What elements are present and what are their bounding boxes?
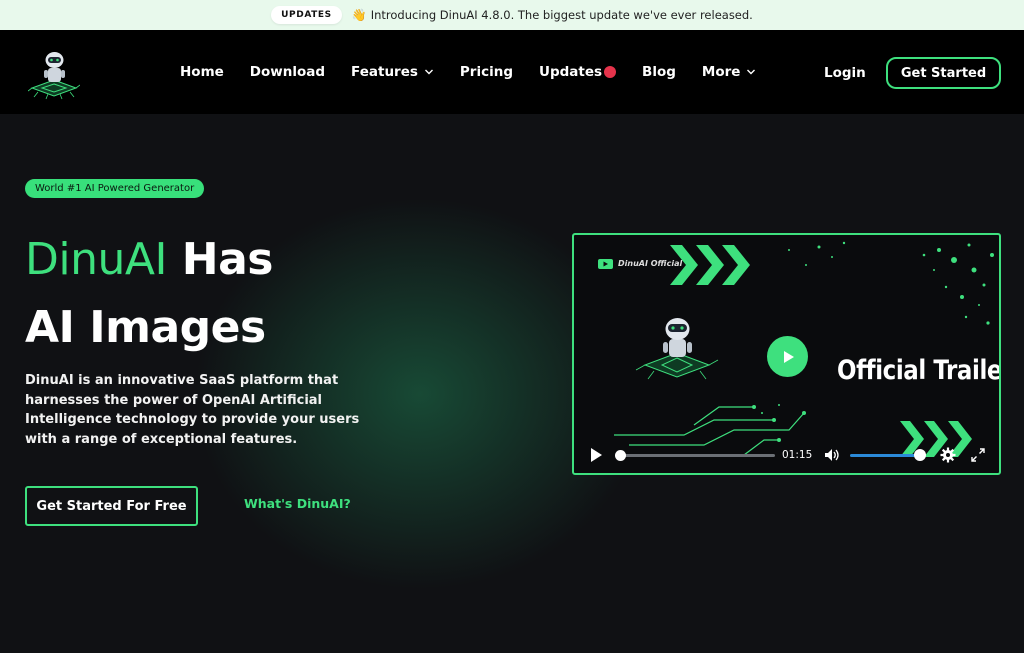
login-link[interactable]: Login (824, 65, 866, 81)
chevron-down-icon (424, 69, 433, 75)
announcement-text: Introducing DinuAI 4.8.0. The biggest up… (370, 8, 753, 22)
nav-links: Home Download Features Pricing Updates B… (180, 30, 782, 114)
main-navbar: Home Download Features Pricing Updates B… (0, 30, 1024, 114)
dinuai-logo[interactable] (27, 44, 81, 100)
nav-updates[interactable]: Updates (539, 64, 617, 80)
nav-download[interactable]: Download (250, 64, 325, 80)
channel-label: DinuAI Official (618, 259, 683, 268)
nav-more-label: More (701, 64, 741, 80)
play-icon (783, 350, 794, 363)
volume-track[interactable] (850, 454, 920, 457)
nav-pricing-label: Pricing (459, 64, 513, 80)
robot-logo-icon (27, 52, 81, 100)
get-started-button[interactable]: Get Started (886, 57, 1001, 89)
chevron-down-icon (747, 69, 756, 75)
nav-blog-label: Blog (642, 64, 676, 80)
announcement-message[interactable]: 👋 Introducing DinuAI 4.8.0. The biggest … (352, 8, 753, 22)
waving-hand-icon: 👋 (351, 8, 367, 22)
hero-title-rest: Has (166, 234, 274, 285)
updates-badge: UPDATES (271, 6, 342, 24)
nav-home-label: Home (180, 64, 224, 80)
video-controls: 01:15 (574, 441, 999, 469)
nav-updates-label: Updates (539, 64, 603, 80)
nav-features[interactable]: Features (351, 64, 434, 80)
hero-title-brand: DinuAI (25, 234, 167, 285)
progress-handle[interactable] (615, 450, 626, 461)
notification-dot (604, 66, 617, 78)
nav-more[interactable]: More (702, 64, 757, 80)
whats-dinuai-link[interactable]: What's DinuAI? (244, 496, 351, 511)
nav-features-label: Features (351, 64, 418, 80)
hero-tag-pill: World #1 AI Powered Generator (25, 179, 205, 198)
nav-download-label: Download (249, 64, 326, 80)
volume-icon[interactable] (824, 448, 840, 462)
announcement-bar[interactable]: UPDATES 👋 Introducing DinuAI 4.8.0. The … (0, 0, 1024, 30)
hero-description: DinuAI is an innovative SaaS platform th… (25, 373, 360, 447)
play-control-icon[interactable] (588, 447, 604, 463)
hero-section: World #1 AI Powered Generator DinuAI Has… (0, 114, 1024, 653)
nav-pricing[interactable]: Pricing (460, 64, 513, 80)
settings-gear-icon[interactable] (940, 447, 956, 463)
volume-handle[interactable] (914, 449, 926, 461)
current-time: 01:15 (782, 449, 813, 461)
fullscreen-icon[interactable] (970, 447, 986, 463)
get-started-free-button[interactable]: Get Started For Free (25, 486, 198, 526)
trailer-video-player[interactable]: DinuAI Official Official Trailer 01:15 (572, 233, 1001, 475)
play-button[interactable] (767, 336, 808, 377)
nav-blog[interactable]: Blog (642, 64, 676, 80)
hero-title-line2: AI Images (25, 302, 266, 353)
video-title: Official Trailer (837, 355, 1001, 386)
hero-title-line1: DinuAI Has (25, 234, 274, 285)
progress-track[interactable] (620, 454, 775, 457)
nav-home[interactable]: Home (180, 64, 224, 80)
